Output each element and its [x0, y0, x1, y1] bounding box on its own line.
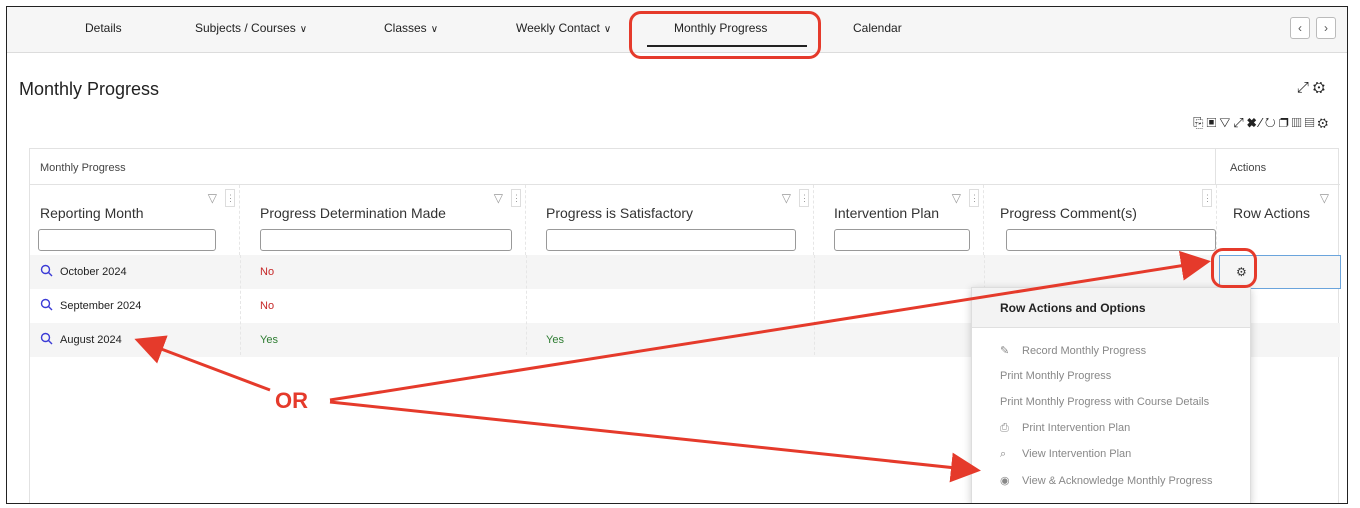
- arrow-to-row-actions-gear: [329, 250, 1211, 402]
- arrow-to-view-acknowledge: [329, 400, 981, 483]
- arrow-to-august-row: [134, 335, 271, 392]
- annotation-arrows: [134, 250, 1211, 483]
- or-annotation-label: OR: [275, 388, 308, 413]
